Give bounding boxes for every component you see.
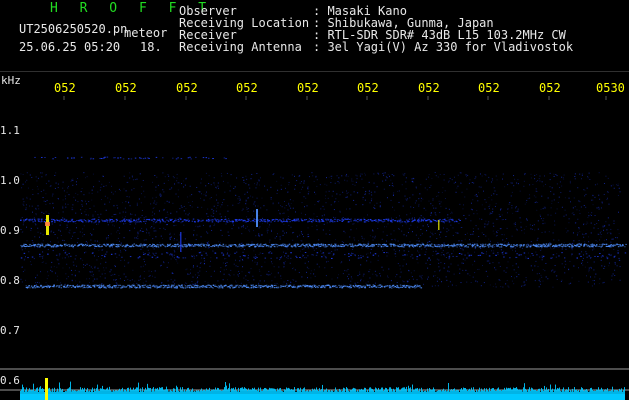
info-label-antenna: Receiving Antenna <box>179 40 302 54</box>
time-tick-label: 052 <box>236 81 258 95</box>
time-tick-label: 052 <box>357 81 379 95</box>
meteor-echo <box>256 209 258 227</box>
freq-tick-label: 0.9 <box>0 224 20 237</box>
spectrogram-plot: kHz 052 052 052 052 052 052 052 052 052 0530 1.1 1… <box>0 72 629 400</box>
time-tick-label: 052 <box>539 81 561 95</box>
meteor-echo <box>180 232 182 252</box>
time-tick-label: 052 <box>115 81 137 95</box>
meteor-echo <box>438 220 440 230</box>
detection-count: 18. <box>140 40 162 54</box>
freq-tick-label: 1.0 <box>0 174 20 187</box>
time-tick-label: 052 <box>418 81 440 95</box>
noise-bar-base <box>20 394 625 400</box>
freq-unit-label: kHz <box>1 74 21 87</box>
info-value-antenna: : 3el Yagi(V) Az 330 for Vladivostok <box>313 40 574 54</box>
date-time: 25.06.25 05:20 <box>19 40 121 54</box>
plot-background <box>0 72 629 400</box>
time-tick-label: 052 <box>176 81 198 95</box>
time-tick-label: 052 <box>478 81 500 95</box>
hrofft-window: H R O F F T UT2506250520.pn meteor 25.06… <box>0 0 629 400</box>
time-tick-label: 052 <box>297 81 319 95</box>
freq-tick-label: 0.6 <box>0 374 20 387</box>
noise-bar-meteor-peak <box>45 378 48 400</box>
freq-tick-label: 1.1 <box>0 124 20 137</box>
freq-tick-label: 0.7 <box>0 324 20 337</box>
freq-tick-label: 0.8 <box>0 274 20 287</box>
filename: UT2506250520.pn <box>19 22 128 36</box>
mode-label: meteor <box>124 26 168 40</box>
meteor-echo-core <box>45 222 50 226</box>
time-tick-label: 052 <box>54 81 76 95</box>
time-tick-label: 0530 <box>596 81 625 95</box>
